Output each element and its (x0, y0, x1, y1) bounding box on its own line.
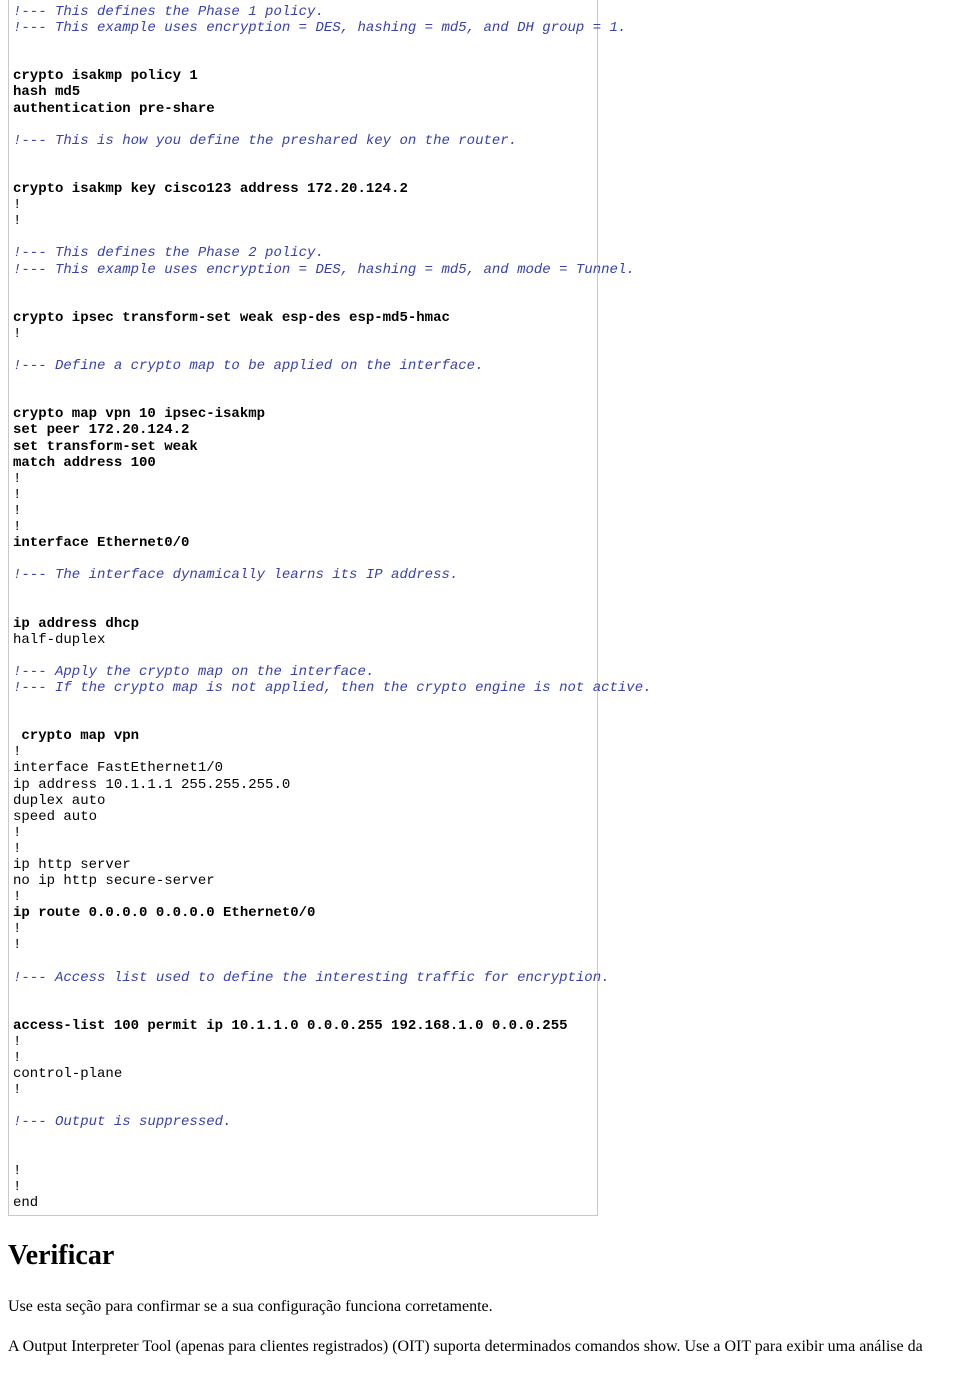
code-line: half-duplex (13, 632, 105, 648)
code-line: interface FastEthernet1/0 (13, 760, 223, 776)
code-line: ip address dhcp (13, 616, 139, 632)
code-line: crypto isakmp policy 1 (13, 68, 198, 84)
code-comment: !--- Apply the crypto map on the interfa… (13, 664, 374, 680)
code-line: ip route 0.0.0.0 0.0.0.0 Ethernet0/0 (13, 905, 315, 921)
code-line: set peer 172.20.124.2 (13, 422, 189, 438)
code-line: ip address 10.1.1.1 255.255.255.0 (13, 777, 290, 793)
code-line: control-plane (13, 1066, 122, 1082)
code-line: crypto ipsec transform-set weak esp-des … (13, 310, 450, 326)
code-comment: !--- The interface dynamically learns it… (13, 567, 458, 583)
code-comment: !--- This example uses encryption = DES,… (13, 20, 626, 36)
code-line: authentication pre-share (13, 101, 215, 117)
code-comment: !--- This defines the Phase 1 policy. (13, 4, 324, 20)
code-line: end (13, 1195, 38, 1211)
code-line: ip http server (13, 857, 131, 873)
code-line: duplex auto (13, 793, 105, 809)
code-line: crypto map vpn 10 ipsec-isakmp (13, 406, 265, 422)
code-line: crypto isakmp key cisco123 address 172.2… (13, 181, 408, 197)
code-comment: !--- This is how you define the preshare… (13, 133, 517, 149)
code-comment: !--- Output is suppressed. (13, 1114, 231, 1130)
code-line: crypto map vpn (13, 728, 139, 744)
body-paragraph: A Output Interpreter Tool (apenas para c… (8, 1336, 952, 1358)
code-comment: !--- If the crypto map is not applied, t… (13, 680, 652, 696)
config-code-block: !--- This defines the Phase 1 policy. !-… (8, 0, 598, 1216)
code-line: interface Ethernet0/0 (13, 535, 189, 551)
code-line: speed auto (13, 809, 97, 825)
code-line: access-list 100 permit ip 10.1.1.0 0.0.0… (13, 1018, 568, 1034)
code-line: no ip http secure-server (13, 873, 215, 889)
section-heading-verify: Verificar (8, 1240, 952, 1272)
code-line: hash md5 (13, 84, 80, 100)
body-paragraph: Use esta seção para confirmar se a sua c… (8, 1296, 952, 1318)
code-comment: !--- This defines the Phase 2 policy. (13, 245, 324, 261)
code-comment: !--- Define a crypto map to be applied o… (13, 358, 483, 374)
code-line: match address 100 (13, 455, 156, 471)
code-comment: !--- Access list used to define the inte… (13, 970, 610, 986)
code-line: set transform-set weak (13, 439, 198, 455)
code-comment: !--- This example uses encryption = DES,… (13, 262, 635, 278)
